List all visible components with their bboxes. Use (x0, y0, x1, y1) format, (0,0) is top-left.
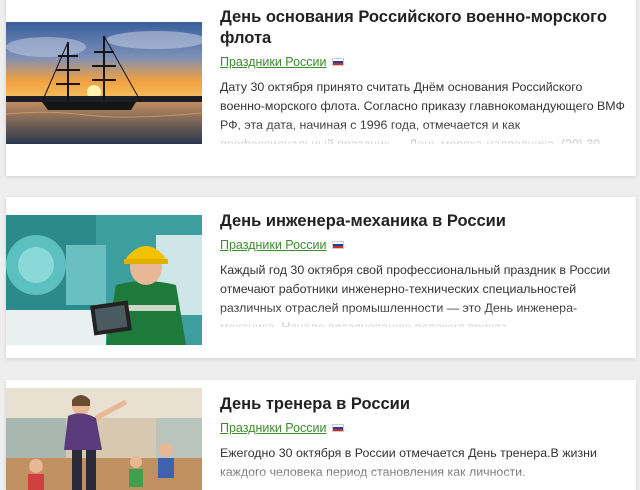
article-excerpt: Ежегодно 30 октября в России отмечается … (220, 444, 626, 484)
article-image-engineer[interactable] (6, 215, 202, 345)
article-title[interactable]: День тренера в России (220, 394, 626, 415)
category-link[interactable]: Праздники России (220, 55, 327, 69)
article-image-sailing-ship[interactable] (6, 22, 202, 144)
article-card: День инженера-механика в России Праздник… (6, 197, 636, 358)
category-link[interactable]: Праздники России (220, 421, 327, 435)
category-link[interactable]: Праздники России (220, 238, 327, 252)
article-card: День основания Российского военно-морско… (6, 0, 636, 176)
article-title[interactable]: День инженера-механика в России (220, 211, 626, 232)
article-excerpt: Каждый год 30 октября свой профессиональ… (220, 261, 626, 327)
russia-flag-icon (331, 424, 344, 432)
article-card: День тренера в России Праздники России Е… (6, 380, 636, 490)
russia-flag-icon (331, 241, 344, 249)
article-title[interactable]: День основания Российского военно-морско… (220, 7, 626, 49)
russia-flag-icon (331, 58, 344, 66)
article-excerpt: Дату 30 октября принято считать Днём осн… (220, 80, 626, 144)
